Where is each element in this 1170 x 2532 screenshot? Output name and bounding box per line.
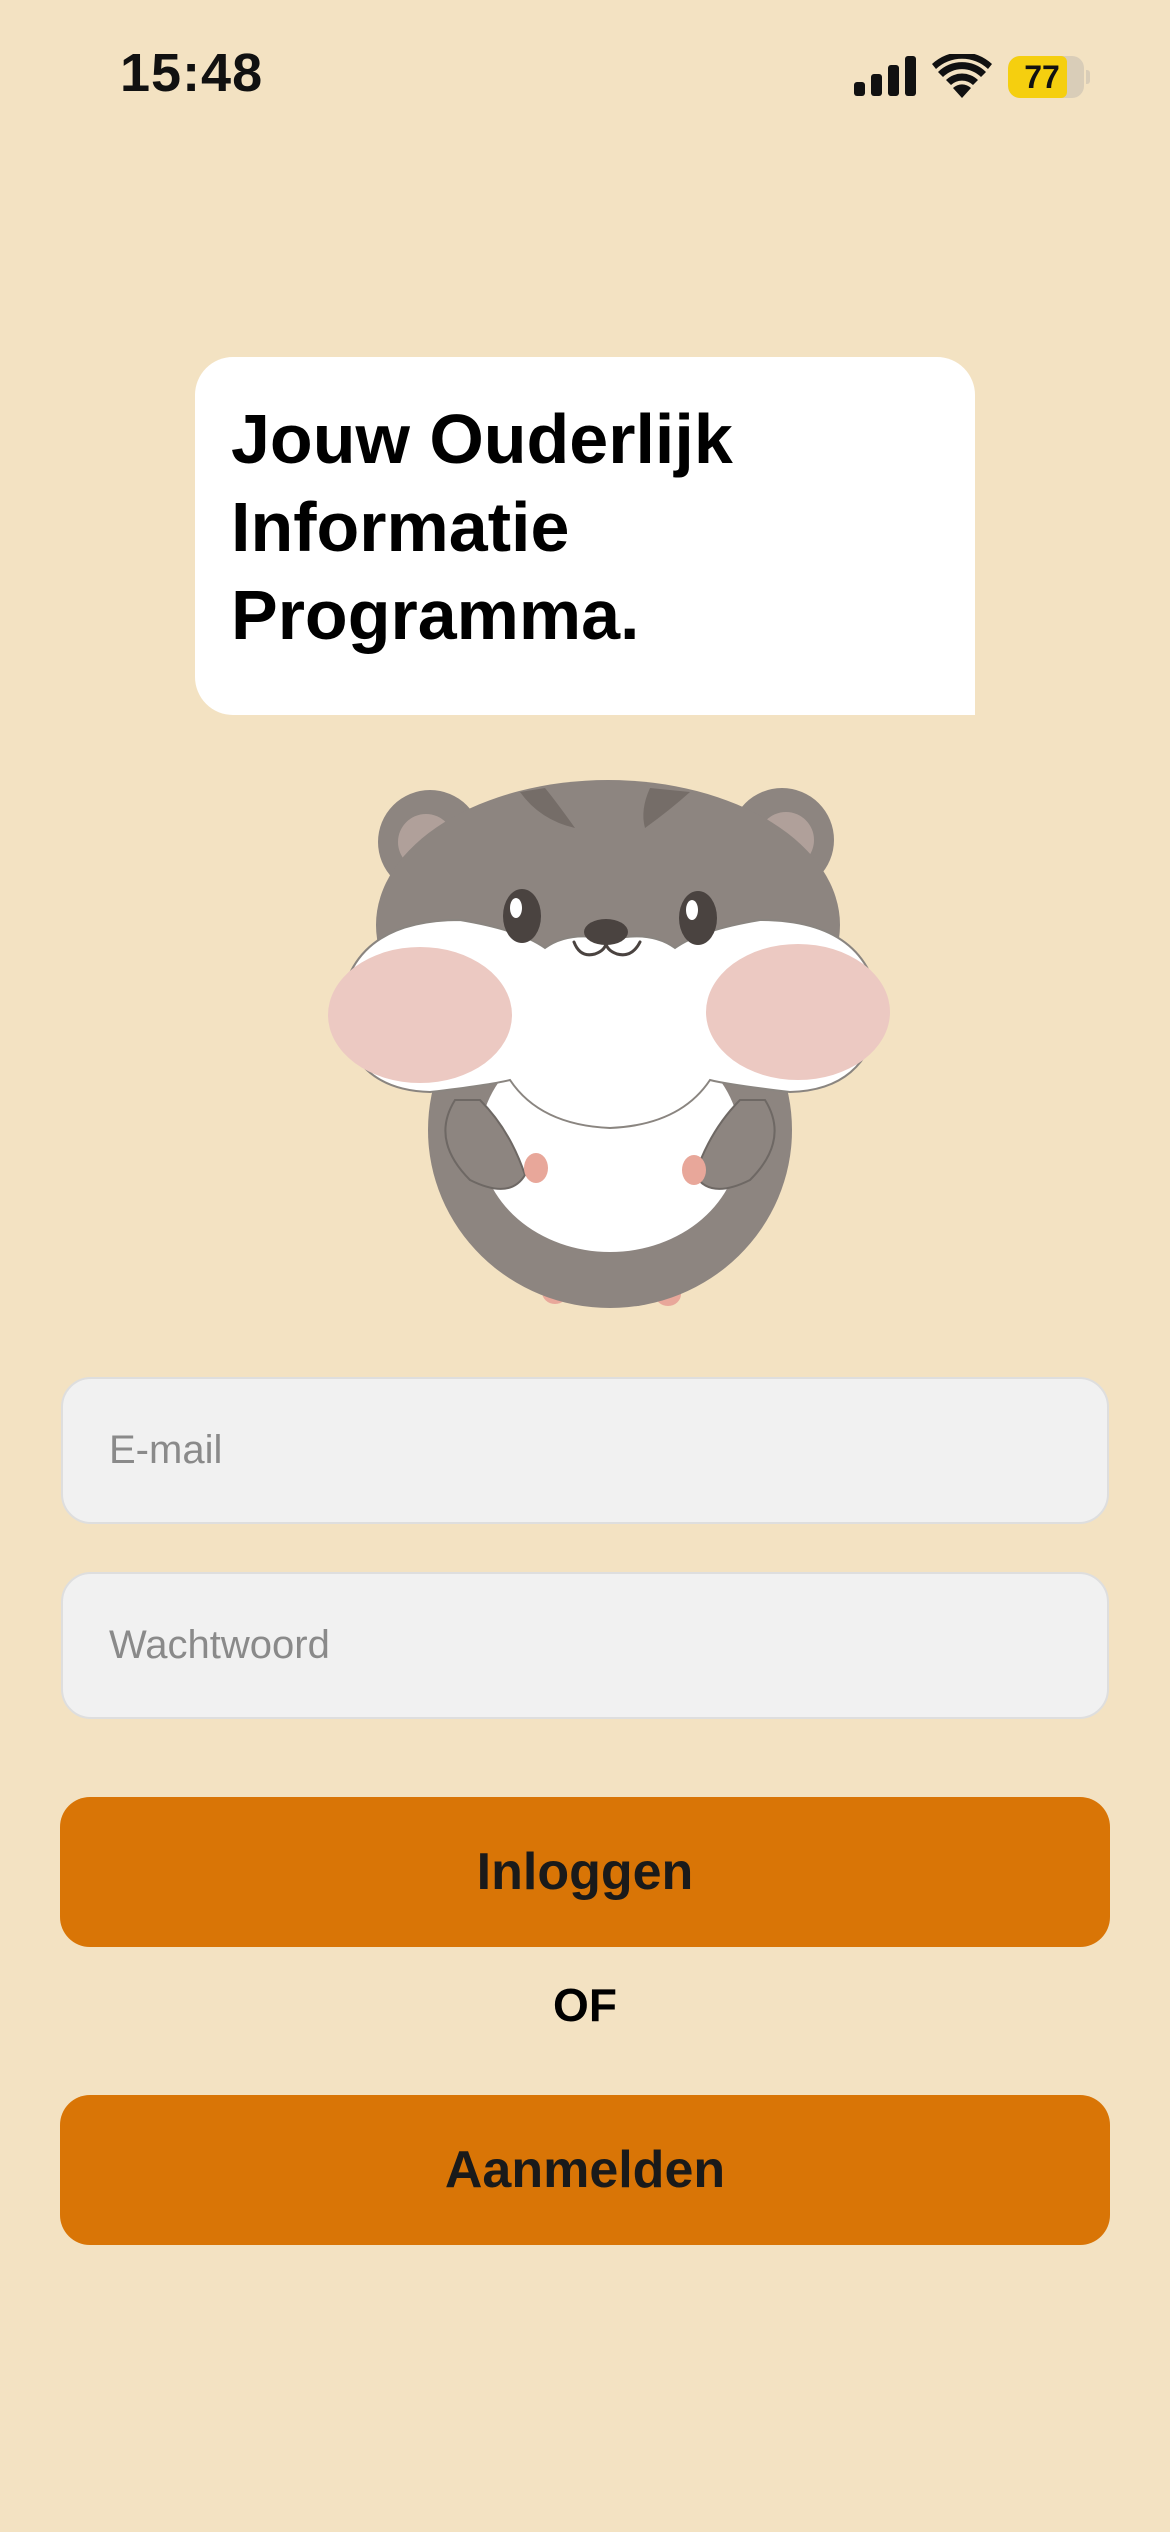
speech-bubble: Jouw Ouderlijk Informatie Programma. [195,357,975,715]
email-field[interactable] [61,1377,1109,1524]
wifi-icon [932,54,992,98]
hamster-mascot-icon [328,780,890,1308]
battery-icon: 77 [1008,56,1090,98]
signal-icon [854,56,916,96]
status-time: 15:48 [120,43,264,103]
register-button[interactable]: Aanmelden [60,2095,1110,2245]
page-title: Jouw Ouderlijk Informatie Programma. [231,400,733,654]
password-field[interactable] [61,1572,1109,1719]
login-button[interactable]: Inloggen [60,1797,1110,1947]
or-separator: OF [553,1979,617,2031]
battery-level: 77 [1024,59,1060,95]
status-bar: 15:48 77 [0,0,1170,150]
